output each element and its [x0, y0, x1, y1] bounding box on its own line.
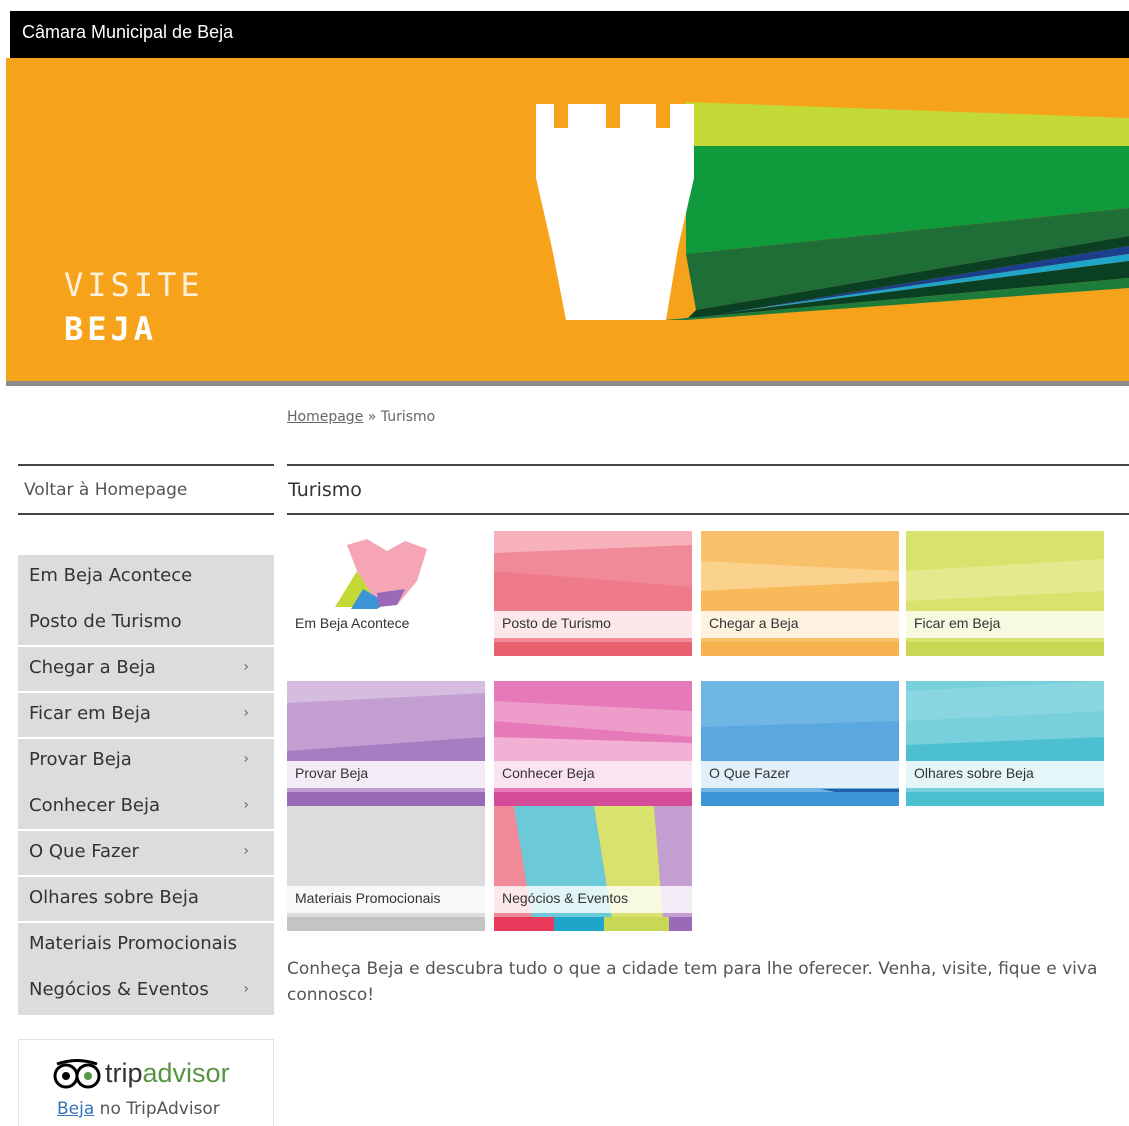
tile-chegar-a-beja[interactable]: Chegar a Beja — [701, 531, 899, 656]
sidebar-item-label: O Que Fazer — [29, 841, 139, 862]
back-to-homepage-label: Voltar à Homepage — [24, 480, 188, 500]
tile-olhares-sobre-beja[interactable]: Olhares sobre Beja — [906, 681, 1104, 806]
tile-color-bar — [494, 642, 692, 656]
tripadvisor-suffix: no TripAdvisor — [94, 1099, 220, 1119]
sidebar-item-conhecer-beja[interactable]: Conhecer Beja › — [18, 785, 274, 831]
hero-banner: VISITE BEJA — [6, 58, 1129, 382]
sidebar-item-label: Ficar em Beja — [29, 703, 151, 724]
sidebar-item-label: Posto de Turismo — [29, 611, 182, 632]
sidebar-item-label: Negócios & Eventos — [29, 979, 209, 1000]
tile-conhecer-beja[interactable]: Conhecer Beja — [494, 681, 692, 806]
sidebar-item-materiais-promocionais[interactable]: Materiais Promocionais — [18, 923, 274, 969]
page-title: Turismo — [288, 479, 362, 501]
sidebar-item-chegar-a-beja[interactable]: Chegar a Beja › — [18, 647, 274, 693]
top-bar: Câmara Municipal de Beja — [10, 11, 1129, 58]
tile-provar-beja[interactable]: Provar Beja — [287, 681, 485, 806]
back-to-homepage-link[interactable]: Voltar à Homepage — [18, 464, 274, 515]
chevron-right-icon: › — [243, 843, 249, 859]
tile-color-bar — [701, 792, 899, 806]
sidebar-item-label: Materiais Promocionais — [29, 933, 238, 954]
tile-posto-de-turismo[interactable]: Posto de Turismo — [494, 531, 692, 656]
tile-label: Em Beja Acontece — [295, 615, 410, 631]
sidebar-item-em-beja-acontece[interactable]: Em Beja Acontece — [18, 555, 274, 601]
sidebar-menu: Em Beja Acontece Posto de Turismo Chegar… — [18, 555, 274, 1015]
sidebar-item-posto-de-turismo[interactable]: Posto de Turismo — [18, 601, 274, 647]
tile-label: Negócios & Eventos — [502, 890, 629, 906]
tile-color-bar — [906, 792, 1104, 806]
visite-beja-logo: VISITE BEJA — [64, 263, 204, 351]
sidebar-item-negocios-eventos[interactable]: Negócios & Eventos › — [18, 969, 274, 1015]
tile-label: Provar Beja — [295, 765, 369, 781]
sidebar-item-ficar-em-beja[interactable]: Ficar em Beja › — [18, 693, 274, 739]
intro-paragraph: Conheça Beja e descubra tudo o que a cid… — [287, 959, 1098, 1005]
chevron-right-icon: › — [243, 659, 249, 675]
chevron-right-icon: › — [243, 797, 249, 813]
sidebar-item-o-que-fazer[interactable]: O Que Fazer › — [18, 831, 274, 877]
visite-text: VISITE — [64, 266, 204, 304]
tile-label: Posto de Turismo — [502, 615, 611, 631]
site-title[interactable]: Câmara Municipal de Beja — [22, 22, 233, 43]
tripadvisor-widget: tripadvisor Beja no TripAdvisor — [18, 1039, 274, 1126]
tile-color-bar — [287, 917, 485, 931]
beja-text: BEJA — [64, 310, 158, 348]
tile-label: Materiais Promocionais — [295, 890, 441, 906]
sidebar-item-label: Chegar a Beja — [29, 657, 156, 678]
tripadvisor-owl-icon — [53, 1058, 101, 1088]
tripadvisor-wordmark-b: advisor — [142, 1058, 230, 1088]
sidebar-item-label: Em Beja Acontece — [29, 565, 193, 586]
breadcrumb: Homepage » Turismo — [287, 409, 435, 425]
chevron-right-icon: › — [243, 751, 249, 767]
tile-materiais-promocionais[interactable]: Materiais Promocionais — [287, 806, 485, 931]
tripadvisor-wordmark: tripadvisor — [105, 1058, 230, 1089]
tile-color-bar — [287, 792, 485, 806]
tile-label: O Que Fazer — [709, 765, 790, 781]
tripadvisor-wordmark-a: trip — [105, 1058, 143, 1088]
tile-color-bar — [906, 642, 1104, 656]
sidebar-item-label: Olhares sobre Beja — [29, 887, 199, 908]
tile-label: Olhares sobre Beja — [914, 765, 1034, 781]
tile-label: Ficar em Beja — [914, 615, 1001, 631]
tripadvisor-logo[interactable]: tripadvisor — [53, 1058, 230, 1089]
sidebar-item-provar-beja[interactable]: Provar Beja › — [18, 739, 274, 785]
tile-label: Conhecer Beja — [502, 765, 595, 781]
tile-color-bar — [701, 642, 899, 656]
heart-logo-icon — [335, 539, 427, 609]
breadcrumb-separator: » — [367, 409, 377, 425]
tile-negocios-eventos[interactable]: Negócios & Eventos — [494, 806, 692, 931]
tripadvisor-beja-link[interactable]: Beja — [57, 1099, 94, 1119]
tile-label: Chegar a Beja — [709, 615, 799, 631]
tripadvisor-caption: Beja no TripAdvisor — [57, 1099, 220, 1119]
breadcrumb-current: Turismo — [380, 409, 436, 425]
tile-em-beja-acontece[interactable]: Em Beja Acontece — [287, 531, 485, 656]
banner-divider — [6, 381, 1129, 386]
page-title-row: Turismo — [287, 464, 1129, 515]
breadcrumb-home-link[interactable]: Homepage — [287, 409, 363, 425]
tile-color-bar — [494, 792, 692, 806]
sidebar-item-label: Conhecer Beja — [29, 795, 161, 816]
sidebar-item-olhares-sobre-beja[interactable]: Olhares sobre Beja — [18, 877, 274, 923]
tile-o-que-fazer[interactable]: O Que Fazer — [701, 681, 899, 806]
sidebar-item-label: Provar Beja — [29, 749, 132, 770]
tile-ficar-em-beja[interactable]: Ficar em Beja — [906, 531, 1104, 656]
chevron-right-icon: › — [243, 981, 249, 997]
chevron-right-icon: › — [243, 705, 249, 721]
